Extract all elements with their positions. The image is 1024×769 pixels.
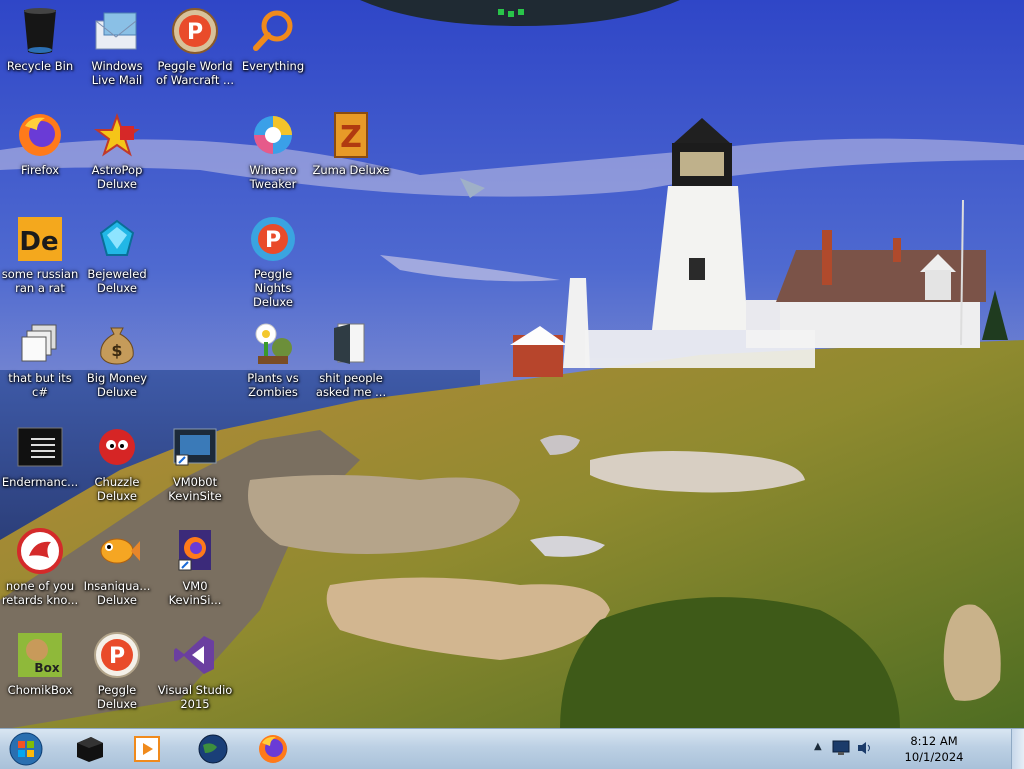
system-tray: ▲ (814, 739, 884, 759)
windows-orb-icon (9, 732, 43, 766)
svg-text:De: De (19, 227, 58, 257)
chomikbox-icon: Box (15, 630, 65, 680)
peggle-icon: P (92, 630, 142, 680)
svg-text:Box: Box (34, 661, 59, 675)
search-magnifier-icon (248, 6, 298, 56)
desktop-icon-vm0-kevinsite[interactable]: VM0 KevinSi... (157, 524, 233, 624)
firefox-icon (259, 735, 287, 763)
terminal-icon (15, 422, 65, 472)
desktop-icon-endermanc[interactable]: Endermanc... (2, 420, 78, 520)
astropop-icon (92, 110, 142, 160)
svg-text:$: $ (111, 341, 122, 360)
fish-icon (92, 526, 142, 576)
desktop-icon-plants-vs-zombies[interactable]: Plants vs Zombies (235, 316, 311, 416)
firefox-icon (15, 110, 65, 160)
desktop-icon-chomikbox[interactable]: Box ChomikBox (2, 628, 78, 728)
tray-expand-arrow-icon[interactable]: ▲ (814, 741, 822, 752)
gem-icon (92, 214, 142, 264)
plants-vs-zombies-icon (248, 318, 298, 368)
desktop-icon-none-of-you[interactable]: none of you retards kno... (2, 524, 78, 624)
visual-studio-icon (170, 630, 220, 680)
peggle-nights-icon: P (248, 214, 298, 264)
svg-text:P: P (109, 644, 125, 669)
desktop-icon-insaniquarium[interactable]: Insaniqua... Deluxe (79, 524, 155, 624)
clock-time: 8:12 AM (910, 734, 958, 748)
globe-icon (198, 734, 228, 764)
desktop-icon-zuma-deluxe[interactable]: Z Zuma Deluxe (312, 108, 390, 208)
desktop-icon-big-money[interactable]: $ Big Money Deluxe (79, 316, 155, 416)
money-bag-icon: $ (92, 318, 142, 368)
desktop-icon-shit-people-asked-me[interactable]: shit people asked me ... (313, 316, 389, 416)
desktop-icon-chuzzle[interactable]: Chuzzle Deluxe (79, 420, 155, 520)
taskbar-pinned-media-player[interactable] (120, 731, 174, 767)
desktop-icon-astropop[interactable]: AstroPop Deluxe (79, 108, 155, 208)
peggle-icon: P (170, 6, 220, 56)
volume-icon[interactable] (856, 740, 874, 756)
top-gadget-bar (360, 0, 680, 26)
clock-date: 10/1/2024 (904, 750, 964, 764)
svg-text:P: P (187, 20, 203, 45)
stacked-windows-icon (15, 318, 65, 368)
de-app-icon: De (15, 214, 65, 264)
zuma-icon: Z (326, 110, 376, 160)
desktop-icon-windows-live-mail[interactable]: Windows Live Mail (79, 4, 155, 104)
desktop-icon-vm0b0t-kevinsite[interactable]: VM0b0t KevinSite (157, 420, 233, 520)
desktop-icon-recycle-bin[interactable]: Recycle Bin (2, 4, 78, 104)
taskbar-pinned-firefox[interactable] (246, 731, 300, 767)
desktop-icon-peggle-nights[interactable]: P Peggle Nights Deluxe (235, 212, 311, 312)
desktop-icon-everything[interactable]: Everything (235, 4, 311, 104)
taskbar-pinned-black-box-app[interactable] (62, 731, 116, 767)
mail-icon (92, 6, 142, 56)
clock[interactable]: 8:12 AM 10/1/2024 (894, 733, 974, 765)
svg-text:Z: Z (340, 120, 362, 155)
vm-shortcut-icon (170, 422, 220, 472)
firefox-shortcut-icon (170, 526, 220, 576)
recycle-bin-icon (15, 6, 65, 56)
black-box-app-icon (77, 737, 103, 762)
taskbar-pinned-globe[interactable] (186, 731, 240, 767)
taskbar: ▲ 8:12 AM 10/1/2024 (0, 728, 1024, 769)
desktop-icon-that-but-its-csharp[interactable]: that but its c# (2, 316, 78, 416)
show-desktop-button[interactable] (1011, 729, 1024, 769)
network-monitor-icon[interactable] (832, 740, 850, 756)
desktop-icon-winaero-tweaker[interactable]: Winaero Tweaker (235, 108, 311, 208)
desktop-icon-peggle-wow[interactable]: P Peggle World of Warcraft ... (156, 4, 234, 104)
media-player-icon (134, 736, 160, 762)
red-circle-app-icon (15, 526, 65, 576)
desktop-icon-peggle-deluxe[interactable]: P Peggle Deluxe (79, 628, 155, 728)
desktop-icon-some-russian-ran-a-rat[interactable]: De some russian ran a rat (2, 212, 78, 312)
chuzzle-icon (92, 422, 142, 472)
desktop-icon-firefox[interactable]: Firefox (2, 108, 78, 208)
winaero-icon (248, 110, 298, 160)
svg-text:P: P (265, 228, 281, 253)
folder-icon (326, 318, 376, 368)
desktop-icon-bejeweled[interactable]: Bejeweled Deluxe (79, 212, 155, 312)
start-button[interactable] (0, 731, 52, 767)
desktop-icon-visual-studio-2015[interactable]: Visual Studio 2015 (157, 628, 233, 728)
